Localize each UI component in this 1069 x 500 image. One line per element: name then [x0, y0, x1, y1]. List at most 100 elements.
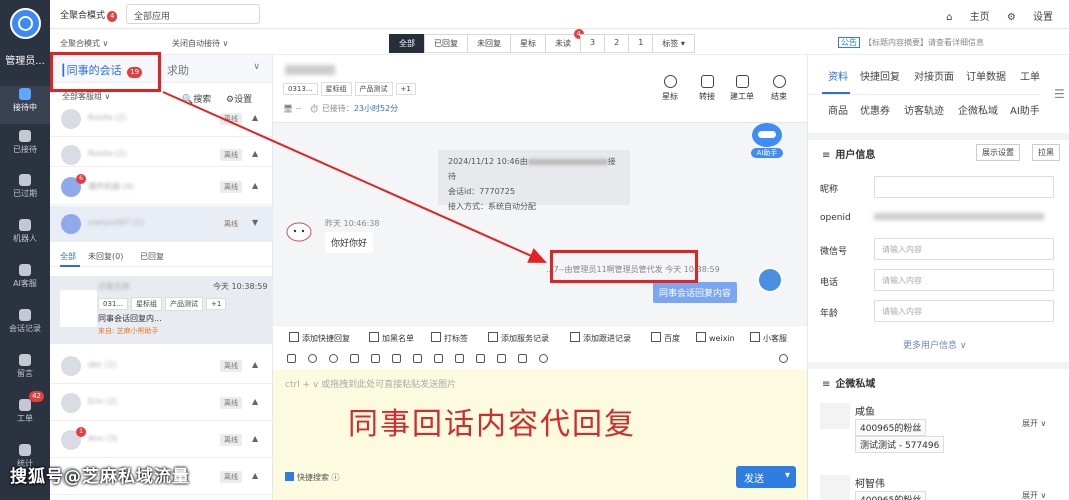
star-button[interactable]: 星标	[655, 75, 685, 102]
contact-name: Ann (3)	[88, 434, 118, 443]
contact-item-selected[interactable]: xianyu007 (1) 离线 ▼	[50, 206, 273, 242]
nav-item-message[interactable]: 留言	[0, 352, 50, 390]
tab-docking-page[interactable]: 对接页面	[914, 68, 954, 83]
folder-icon[interactable]	[434, 354, 443, 363]
tab-all[interactable]: 全部	[389, 34, 425, 53]
chevron-up-icon[interactable]: ▲	[252, 471, 258, 480]
phone-input[interactable]: 请输入内容	[874, 269, 1054, 291]
contact-item[interactable]: Erin (2) 离线 ▲	[50, 385, 273, 421]
file-icon[interactable]	[413, 354, 422, 363]
agg-mode-select[interactable]: 全聚合模式 ∨	[60, 38, 108, 49]
more-user-info-link[interactable]: 更多用户信息 ∨	[903, 338, 966, 351]
tab-quick-reply[interactable]: 快捷回复	[860, 68, 900, 83]
tab-tags[interactable]: 标签 ▾	[652, 34, 695, 53]
chevron-up-icon[interactable]: ▲	[252, 397, 258, 406]
contact-item[interactable]: Rosita (2) 离线 ▲	[50, 137, 273, 167]
microphone-icon[interactable]	[539, 354, 548, 363]
chevron-up-icon[interactable]: ▲	[252, 181, 258, 190]
mini-service-button[interactable]: 小客服	[750, 332, 787, 344]
ai-assistant-button[interactable]: AI助手	[751, 123, 783, 159]
mode-indicator[interactable]: 全聚合模式 4	[60, 8, 118, 22]
chevron-up-icon[interactable]: ▲	[252, 434, 258, 443]
nav-item-expired[interactable]: 已过期	[0, 172, 50, 210]
blacklist-button[interactable]: 拉黑	[1032, 144, 1060, 161]
emoji-icon[interactable]	[329, 354, 338, 363]
tab-ai-assistant[interactable]: AI助手	[1010, 102, 1040, 117]
nav-user[interactable]: 管理员...	[0, 52, 50, 67]
display-settings-button[interactable]: 展示设置	[976, 144, 1020, 161]
chevron-down-icon[interactable]: ▼	[252, 218, 258, 227]
send-button[interactable]: 发送	[736, 466, 796, 488]
contact-item[interactable]: abc (1) 离线 ▲	[50, 348, 273, 384]
document-icon[interactable]	[476, 354, 485, 363]
tab-3[interactable]: 3	[580, 34, 606, 53]
expand-button[interactable]: 展开 ∨	[1022, 418, 1046, 429]
nav-item-robot[interactable]: 机器人	[0, 217, 50, 255]
tab-2[interactable]: 2	[604, 34, 630, 53]
add-followup-record-button[interactable]: 添加跟进记录	[570, 332, 631, 344]
tab-coupons[interactable]: 优惠券	[860, 102, 890, 117]
settings-link[interactable]: ⚙ 设置	[1007, 12, 1053, 23]
contact-item[interactable]: 6 爆炸机器 (4) 离线 ▲	[50, 169, 273, 205]
chevron-down-icon[interactable]: ∨	[253, 62, 260, 72]
nav-item-received[interactable]: 已接待	[0, 128, 50, 166]
baidu-button[interactable]: 百度	[651, 332, 680, 344]
tab-unreplied[interactable]: 未回复	[467, 34, 511, 53]
tab-starred[interactable]: 星标	[510, 34, 546, 53]
clock-icon[interactable]	[308, 354, 317, 363]
add-service-record-button[interactable]: 添加服务记录	[488, 332, 549, 344]
card-icon[interactable]	[518, 354, 527, 363]
expand-button[interactable]: 展开 ∨	[1022, 490, 1046, 500]
subtab-replied[interactable]: 已回复	[140, 251, 164, 262]
tab-ticket[interactable]: 工单	[1020, 68, 1040, 83]
menu-icon[interactable]: ☰	[1054, 87, 1065, 101]
link-icon[interactable]	[392, 354, 401, 363]
contact-item[interactable]: Rosita (2) 离线 ▲	[50, 101, 273, 137]
wechat-input[interactable]: 请输入内容	[874, 238, 1054, 260]
nav-item-ticket[interactable]: 工单 42	[0, 391, 50, 435]
auto-accept-select[interactable]: 关闭自动接待 ∨	[172, 38, 228, 49]
nav-label: 工单	[17, 414, 33, 423]
home-link[interactable]: ⌂ 主页	[946, 12, 990, 23]
visitor-meta: 🖥 -- ⏱ 已接待：23小时52分	[283, 104, 399, 113]
at-icon[interactable]	[779, 354, 788, 363]
conversation-item[interactable]: 访客名称 今天 10:38:59 031... 星标组 产品测试 +1 同事会话回复内…	[50, 276, 273, 344]
transfer-button[interactable]: 转接	[692, 75, 722, 102]
tab-help[interactable]: 求助	[167, 62, 189, 78]
app-select[interactable]: 全部应用	[126, 4, 260, 24]
age-input[interactable]: 请输入内容	[874, 300, 1054, 322]
tab-wecom[interactable]: 企微私域	[958, 102, 998, 117]
message-editor[interactable]: ctrl + v 或拖拽到此处可直接粘贴发送图片 同事回话内容代回复 快捷搜索 …	[273, 369, 807, 500]
tab-replied[interactable]: 已回复	[424, 34, 468, 53]
attachment-icon[interactable]	[497, 354, 506, 363]
notice-bar[interactable]: 公告 【标题内容摘要】请查看详细信息	[838, 37, 1058, 48]
chevron-up-icon[interactable]: ▲	[252, 149, 258, 158]
subtab-unreplied[interactable]: 未回复(0)	[88, 251, 123, 262]
chevron-up-icon[interactable]: ▲	[252, 113, 258, 122]
nav-item-receiving[interactable]: 接待中	[0, 86, 50, 124]
nav-label: 会话记录	[9, 324, 41, 333]
bag-icon[interactable]	[350, 354, 359, 363]
add-blacklist-button[interactable]: 加黑名单	[369, 332, 414, 344]
tab-products[interactable]: 商品	[828, 102, 848, 117]
nav-item-ai[interactable]: AI客服	[0, 262, 50, 300]
end-session-button[interactable]: 结束	[764, 75, 794, 102]
tab-profile[interactable]: 资料	[828, 68, 848, 83]
chevron-up-icon[interactable]: ▲	[252, 360, 258, 369]
tab-unread[interactable]: 未读 4	[545, 29, 584, 53]
tag-button[interactable]: 打标签	[431, 332, 468, 344]
cut-icon[interactable]	[371, 354, 380, 363]
nickname-input[interactable]	[874, 176, 1054, 198]
contact-item[interactable]: 1 Ann (3) 离线 ▲	[50, 422, 273, 458]
tab-visitor-track[interactable]: 访客轨迹	[904, 102, 944, 117]
image-icon[interactable]	[287, 354, 296, 363]
tab-order-data[interactable]: 订单数据	[966, 68, 1006, 83]
weixin-button[interactable]: weixin	[696, 332, 735, 343]
quick-search-toggle[interactable]: 快捷搜索 ⓘ	[285, 472, 340, 483]
add-quick-reply-button[interactable]: 添加快捷回复	[289, 332, 350, 344]
video-icon[interactable]	[455, 354, 464, 363]
create-ticket-button[interactable]: 建工单	[727, 75, 757, 102]
tab-1[interactable]: 1	[628, 34, 654, 53]
nav-item-records[interactable]: 会话记录	[0, 307, 50, 345]
subtab-all[interactable]: 全部	[60, 251, 76, 262]
